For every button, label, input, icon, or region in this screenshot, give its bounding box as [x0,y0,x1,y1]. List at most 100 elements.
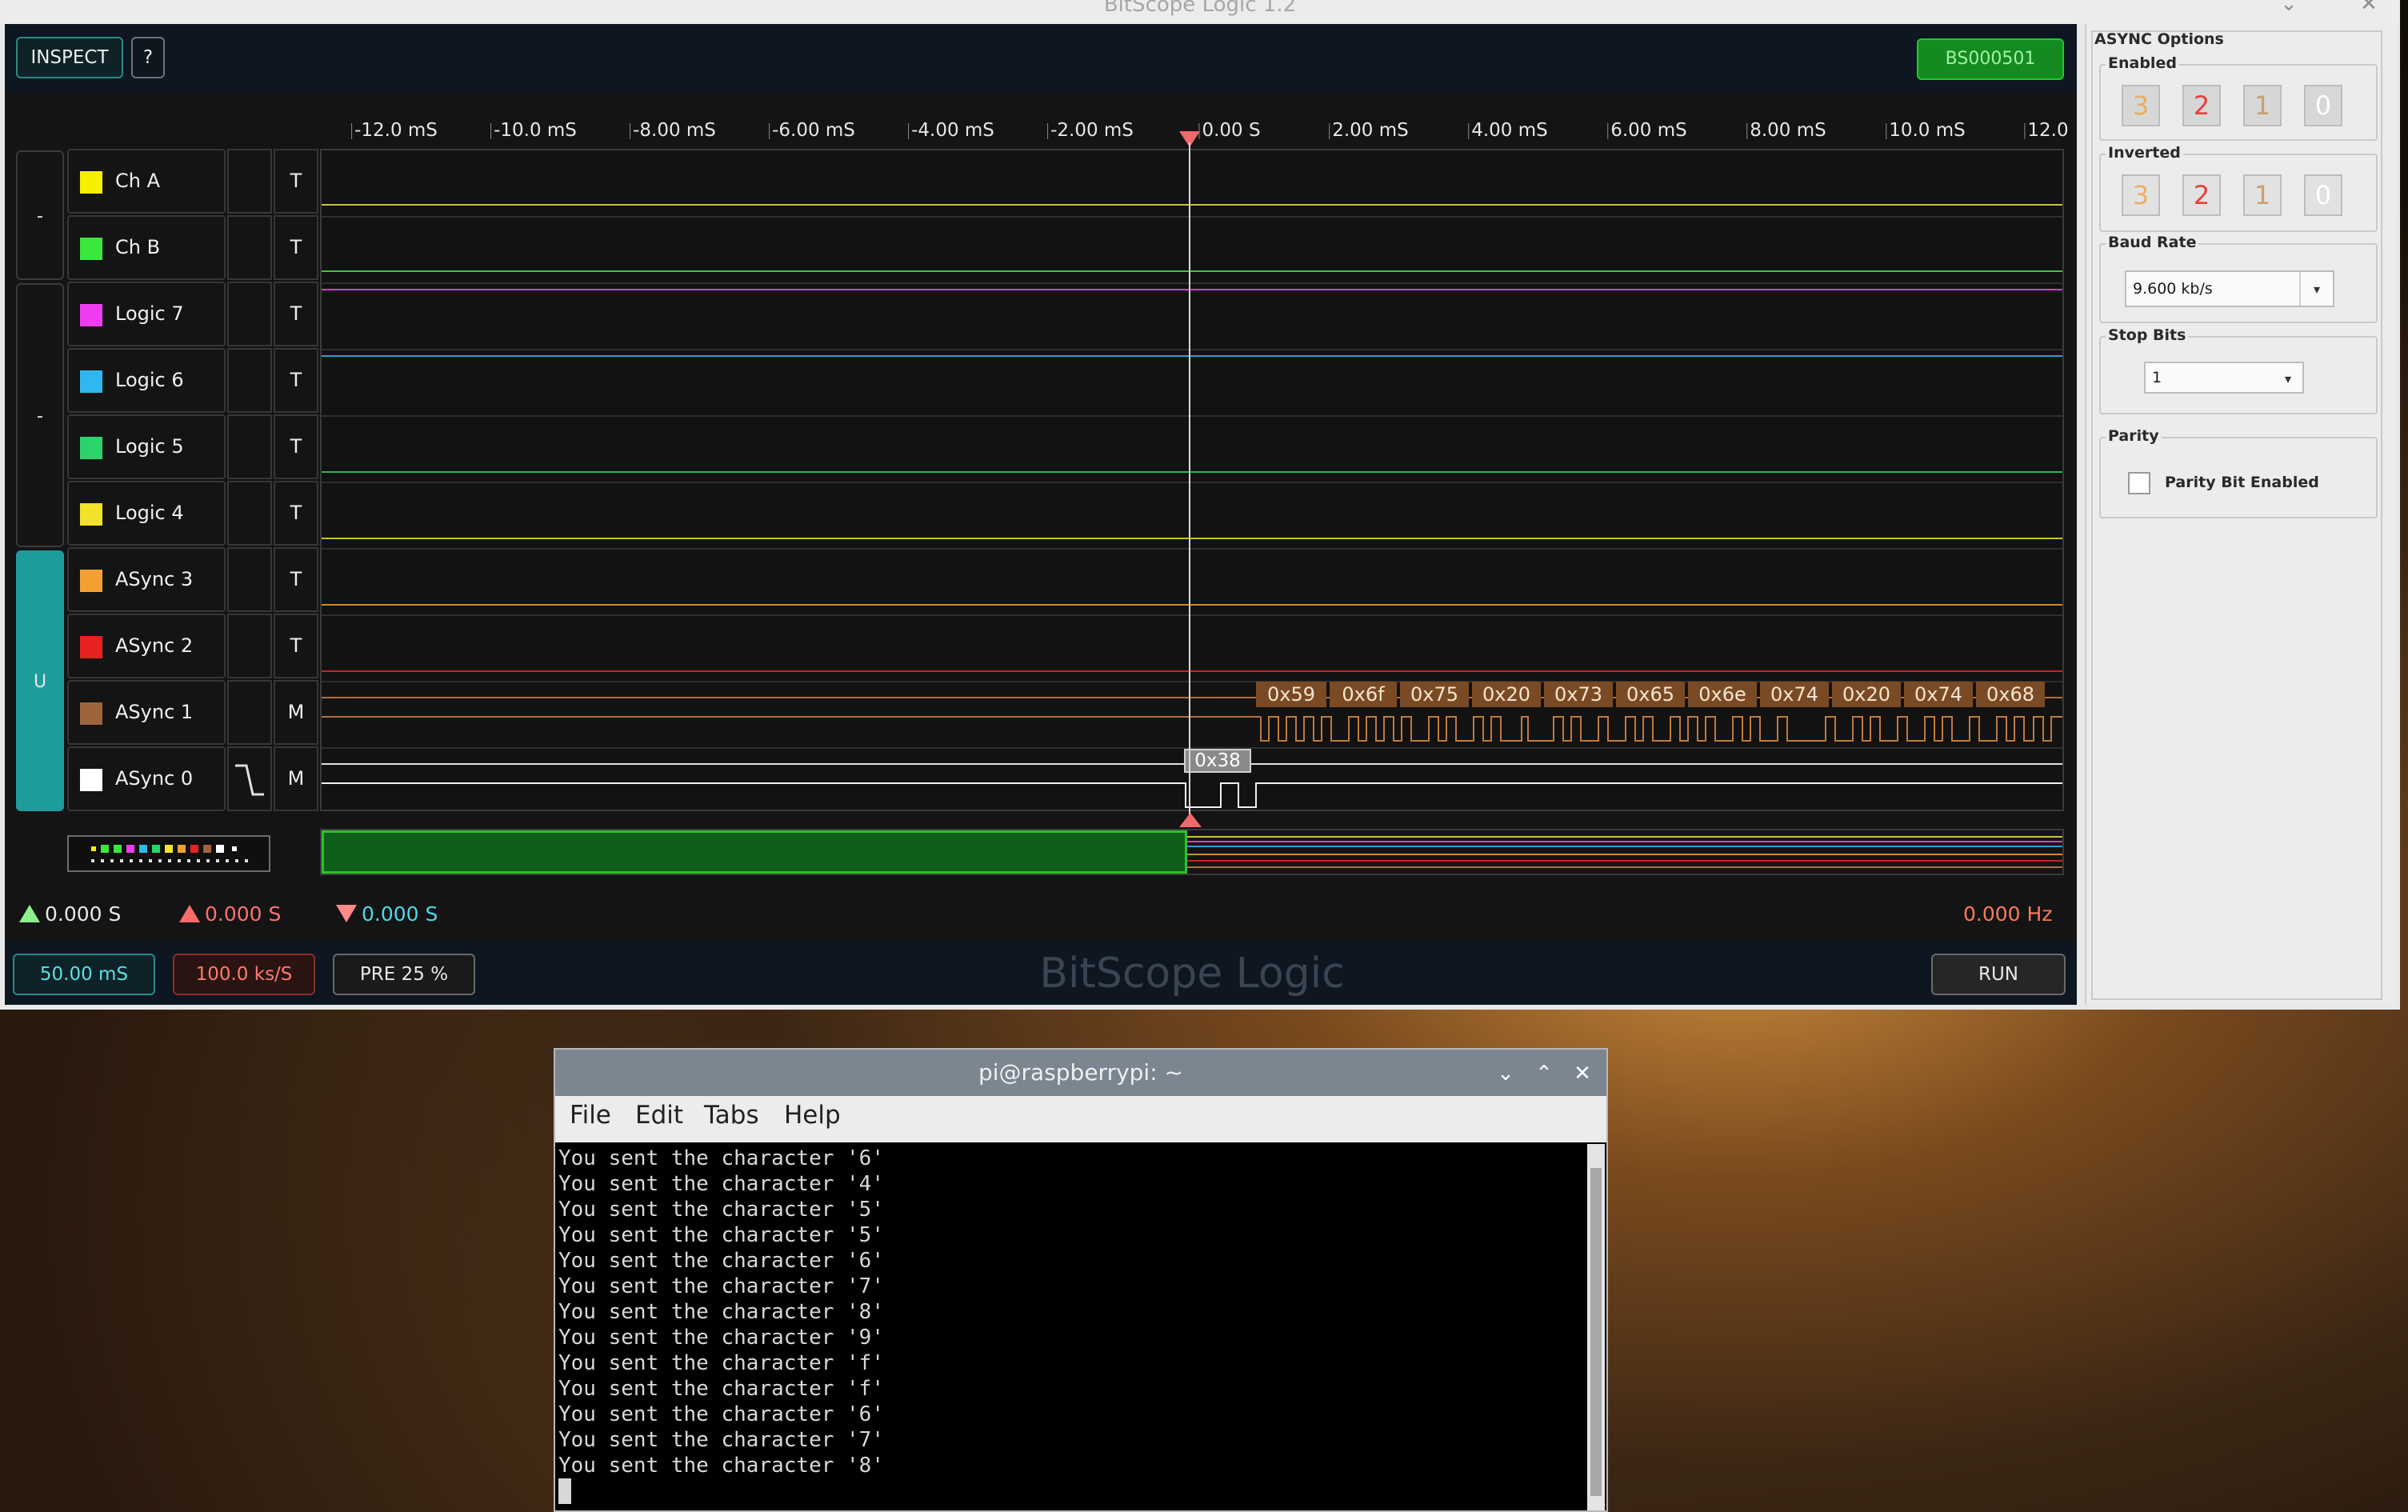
channel-label[interactable]: Ch B [67,215,226,280]
chevron-down-icon[interactable]: ▾ [2299,272,2333,306]
overview-viewport-selector[interactable] [322,830,1187,874]
edge-trigger-cell[interactable] [227,614,272,678]
terminal-scrollbar-thumb[interactable] [1590,1168,1602,1496]
trigger-position-icon[interactable] [1179,813,1202,827]
channel-label[interactable]: Ch A [67,149,226,214]
decoded-byte[interactable]: 0x65 [1616,682,1685,707]
stop-bits-select[interactable]: 1 ▾ [2144,362,2304,394]
decoded-byte[interactable]: 0x59 [1256,682,1326,707]
channel-color-swatch [80,171,102,194]
sample-rate-button[interactable]: 100.0 ks/S [173,954,315,995]
channel-mode[interactable]: M [274,746,318,811]
menu-file[interactable]: File [570,1101,611,1130]
channel-mode[interactable]: T [274,149,318,214]
decoded-byte[interactable]: 0x38 [1184,749,1251,773]
falling-edge-trigger[interactable] [227,746,272,811]
invert-async2-button[interactable]: 2 [2182,174,2221,216]
enable-async0-button[interactable]: 0 [2304,85,2342,126]
enable-async2-button[interactable]: 2 [2182,85,2221,126]
ruler-tick: -8.00 mS [630,120,716,141]
channel-color-swatch [80,503,102,526]
invert-async3-button[interactable]: 3 [2122,174,2160,216]
menu-tabs[interactable]: Tabs [704,1101,759,1130]
invert-async1-button[interactable]: 1 [2243,174,2282,216]
minimize-icon[interactable]: ⌄ [1491,1059,1520,1088]
decoded-byte[interactable]: 0x20 [1472,682,1541,707]
group-toggle-active[interactable]: U [16,550,64,811]
channel-name: ASync 3 [115,568,194,590]
enabled-group: Enabled 3 2 1 0 [2099,54,2378,141]
cursor-b-icon [179,905,200,922]
enable-async1-button[interactable]: 1 [2243,85,2282,126]
stop-bits-value: 1 [2152,369,2162,386]
decoded-byte[interactable]: 0x6f [1330,682,1397,707]
inverted-label: Inverted [2106,144,2183,162]
waveform-plot[interactable]: 0x59 0x6f 0x75 0x20 0x73 0x65 0x6e 0x74 … [320,149,2064,811]
edge-trigger-cell[interactable] [227,215,272,280]
edge-trigger-cell[interactable] [227,680,272,745]
channel-mode[interactable]: T [274,348,318,413]
channel-mode[interactable]: M [274,680,318,745]
invert-async0-button[interactable]: 0 [2304,174,2342,216]
channel-mode[interactable]: T [274,282,318,346]
trigger-cursor-line[interactable] [1189,142,1190,821]
channel-color-swatch [80,437,102,459]
channel-mode[interactable]: T [274,547,318,612]
channel-label[interactable]: Logic 5 [67,414,226,479]
channel-label[interactable]: Logic 4 [67,481,226,546]
group-toggle[interactable]: - [16,150,64,280]
channel-label[interactable]: ASync 2 [67,614,226,678]
group-toggle[interactable]: - [16,283,64,547]
decoded-byte[interactable]: 0x68 [1976,682,2045,707]
decoded-byte[interactable]: 0x74 [1904,682,1973,707]
channel-label[interactable]: ASync 1 [67,680,226,745]
cursor-a-value: 0.000 S [45,902,122,926]
close-icon[interactable]: ✕ [2357,0,2381,14]
channel-mode[interactable]: T [274,414,318,479]
channel-label[interactable]: Logic 7 [67,282,226,346]
chevron-down-icon[interactable]: ▾ [2285,363,2291,395]
ruler-tick: 12.0 [2024,120,2069,141]
minimize-icon[interactable]: ⌄ [2277,0,2301,14]
channel-label[interactable]: ASync 0 [67,746,226,811]
edge-trigger-cell[interactable] [227,348,272,413]
maximize-icon[interactable]: ⌃ [1530,1059,1558,1088]
channel-label[interactable]: ASync 3 [67,547,226,612]
maximize-icon[interactable]: ⌃ [2317,0,2341,14]
edge-trigger-cell[interactable] [227,481,272,546]
pretrigger-button[interactable]: PRE 25 % [333,954,475,995]
channel-mode[interactable]: T [274,215,318,280]
terminal-cursor [558,1478,571,1504]
decoded-byte[interactable]: 0x75 [1400,682,1469,707]
parity-checkbox[interactable] [2128,472,2150,494]
decoded-byte[interactable]: 0x20 [1832,682,1901,707]
stop-bits-group: Stop Bits 1 ▾ [2099,326,2378,414]
channel-mode[interactable]: T [274,614,318,678]
run-button[interactable]: RUN [1931,954,2066,995]
device-id-button[interactable]: BS000501 [1917,38,2064,80]
decoded-byte[interactable]: 0x73 [1544,682,1613,707]
channel-mode[interactable]: T [274,481,318,546]
menu-help[interactable]: Help [784,1101,841,1130]
channel-name: Logic 6 [115,369,184,391]
decoded-byte[interactable]: 0x74 [1760,682,1829,707]
app-watermark: BitScope Logic [1039,950,1345,998]
channel-color-swatch [80,570,102,592]
timebase-button[interactable]: 50.00 mS [13,954,155,995]
inspect-button[interactable]: INSPECT [16,37,123,78]
edge-trigger-cell[interactable] [227,282,272,346]
edge-trigger-cell[interactable] [227,149,272,214]
help-button[interactable]: ? [131,37,165,78]
menu-edit[interactable]: Edit [635,1101,683,1130]
ruler-tick: -12.0 mS [351,120,438,141]
edge-trigger-cell[interactable] [227,547,272,612]
baud-rate-select[interactable]: 9.600 kb/s ▾ [2125,270,2334,307]
close-icon[interactable]: ✕ [1568,1059,1597,1088]
edge-trigger-cell[interactable] [227,414,272,479]
channel-label[interactable]: Logic 6 [67,348,226,413]
enable-async3-button[interactable]: 3 [2122,85,2160,126]
ruler-tick: 0.00 S [1198,120,1261,141]
terminal-line: You sent the character 'f' [558,1351,884,1375]
channel-overview-legend[interactable] [67,835,270,872]
decoded-byte[interactable]: 0x6e [1688,682,1757,707]
